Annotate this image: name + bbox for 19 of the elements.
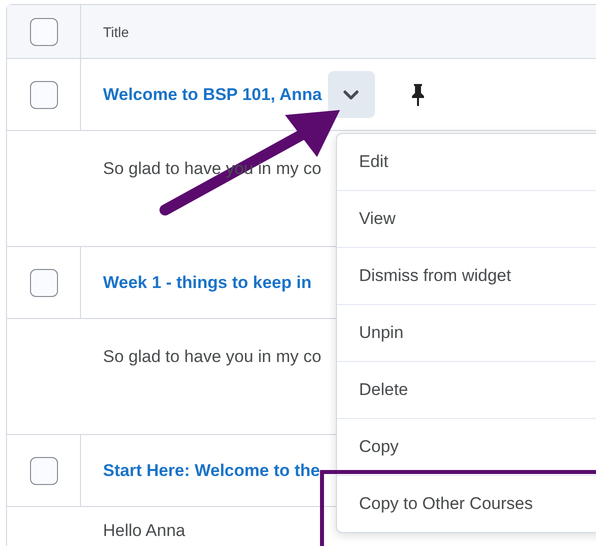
checkbox[interactable] — [30, 18, 58, 46]
menu-item[interactable]: Unpin — [337, 305, 596, 362]
checkbox[interactable] — [30, 456, 58, 484]
announcement-text: So glad to have you in my co — [103, 347, 322, 366]
menu-item[interactable]: Copy to Other Courses — [337, 476, 596, 532]
column-header: Title — [103, 24, 129, 40]
caret-icon — [343, 90, 360, 100]
dropdown-button[interactable] — [328, 71, 375, 118]
announcement-title-link[interactable]: Welcome to BSP 101, Anna — [103, 84, 322, 104]
menu-item[interactable]: Copy — [337, 419, 596, 476]
announcement-title-link[interactable]: Start Here: Welcome to the — [103, 460, 320, 480]
menu-item[interactable]: View — [337, 191, 596, 248]
checkbox[interactable] — [30, 80, 58, 108]
menu-item[interactable]: Dismiss from widget — [337, 248, 596, 305]
menu-item[interactable]: Delete — [337, 362, 596, 419]
announcement-title-link[interactable]: Week 1 - things to keep in — [103, 272, 312, 292]
checkbox[interactable] — [30, 268, 58, 296]
menu-item[interactable]: Edit — [337, 134, 596, 191]
announcement-text: Hello Anna — [103, 521, 186, 540]
